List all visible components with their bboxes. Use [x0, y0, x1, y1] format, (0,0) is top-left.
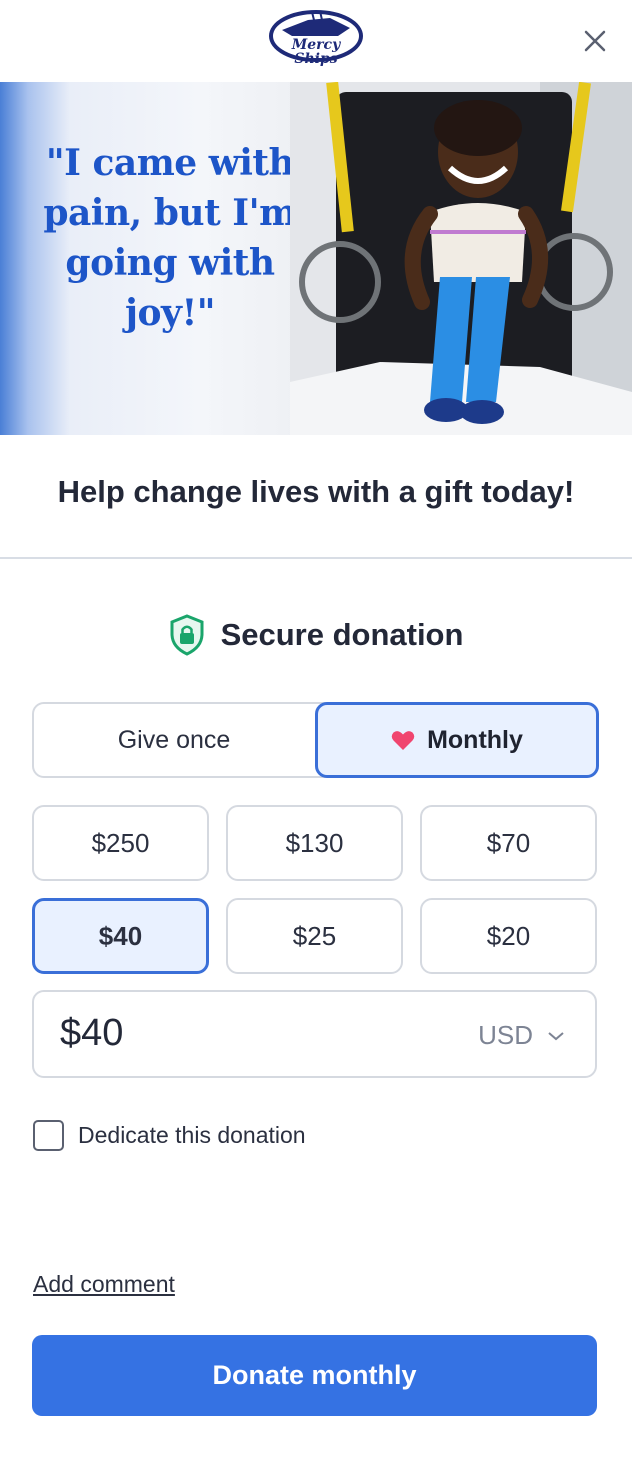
hero-banner: "I came with pain, but I'm going with jo…: [0, 82, 632, 435]
amount-label: $20: [486, 920, 531, 951]
amount-label: $130: [285, 827, 344, 858]
amount-label: $25: [292, 920, 337, 951]
amount-input-value: $40: [60, 1012, 124, 1054]
hero-photo-girl-in-wheelchair: [290, 82, 632, 435]
amount-option-40[interactable]: $40: [32, 898, 209, 974]
logo-text: Mercy Ships: [291, 37, 341, 67]
amount-label: $70: [486, 827, 531, 858]
currency-select[interactable]: USD: [478, 1020, 565, 1051]
dedicate-donation-checkbox-row[interactable]: Dedicate this donation: [33, 1120, 306, 1151]
frequency-toggle: Give once Monthly: [32, 702, 599, 778]
amount-option-250[interactable]: $250: [32, 805, 209, 881]
donate-monthly-button[interactable]: Donate monthly: [32, 1335, 597, 1416]
close-button[interactable]: [578, 24, 612, 58]
shield-lock-icon: [170, 614, 204, 656]
give-once-option[interactable]: Give once: [32, 702, 316, 778]
heart-icon: [391, 730, 415, 750]
give-once-label: Give once: [117, 725, 231, 754]
secure-donation-label: Secure donation: [220, 617, 464, 652]
hero-quote: "I came with pain, but I'm going with jo…: [43, 142, 297, 334]
amount-label: $250: [91, 827, 150, 858]
amount-option-25[interactable]: $25: [226, 898, 403, 974]
monthly-option[interactable]: Monthly: [315, 702, 599, 778]
page-title: Help change lives with a gift today!: [57, 474, 575, 509]
divider: [0, 557, 632, 559]
header: Mercy Ships: [0, 0, 632, 82]
currency-label: USD: [478, 1020, 533, 1050]
amount-option-130[interactable]: $130: [226, 805, 403, 881]
add-comment-link[interactable]: Add comment: [33, 1271, 175, 1298]
amount-option-70[interactable]: $70: [420, 805, 597, 881]
mercy-ships-logo[interactable]: Mercy Ships: [268, 6, 364, 76]
amount-option-20[interactable]: $20: [420, 898, 597, 974]
amount-label: $40: [98, 920, 143, 951]
close-icon: [584, 30, 606, 52]
secure-donation-heading: Secure donation: [0, 612, 632, 658]
monthly-label: Monthly: [427, 725, 523, 754]
amount-input[interactable]: $40 USD: [32, 990, 597, 1078]
chevron-down-icon: [548, 1031, 564, 1040]
dedicate-checkbox[interactable]: [33, 1120, 64, 1151]
dedicate-label: Dedicate this donation: [78, 1122, 306, 1148]
